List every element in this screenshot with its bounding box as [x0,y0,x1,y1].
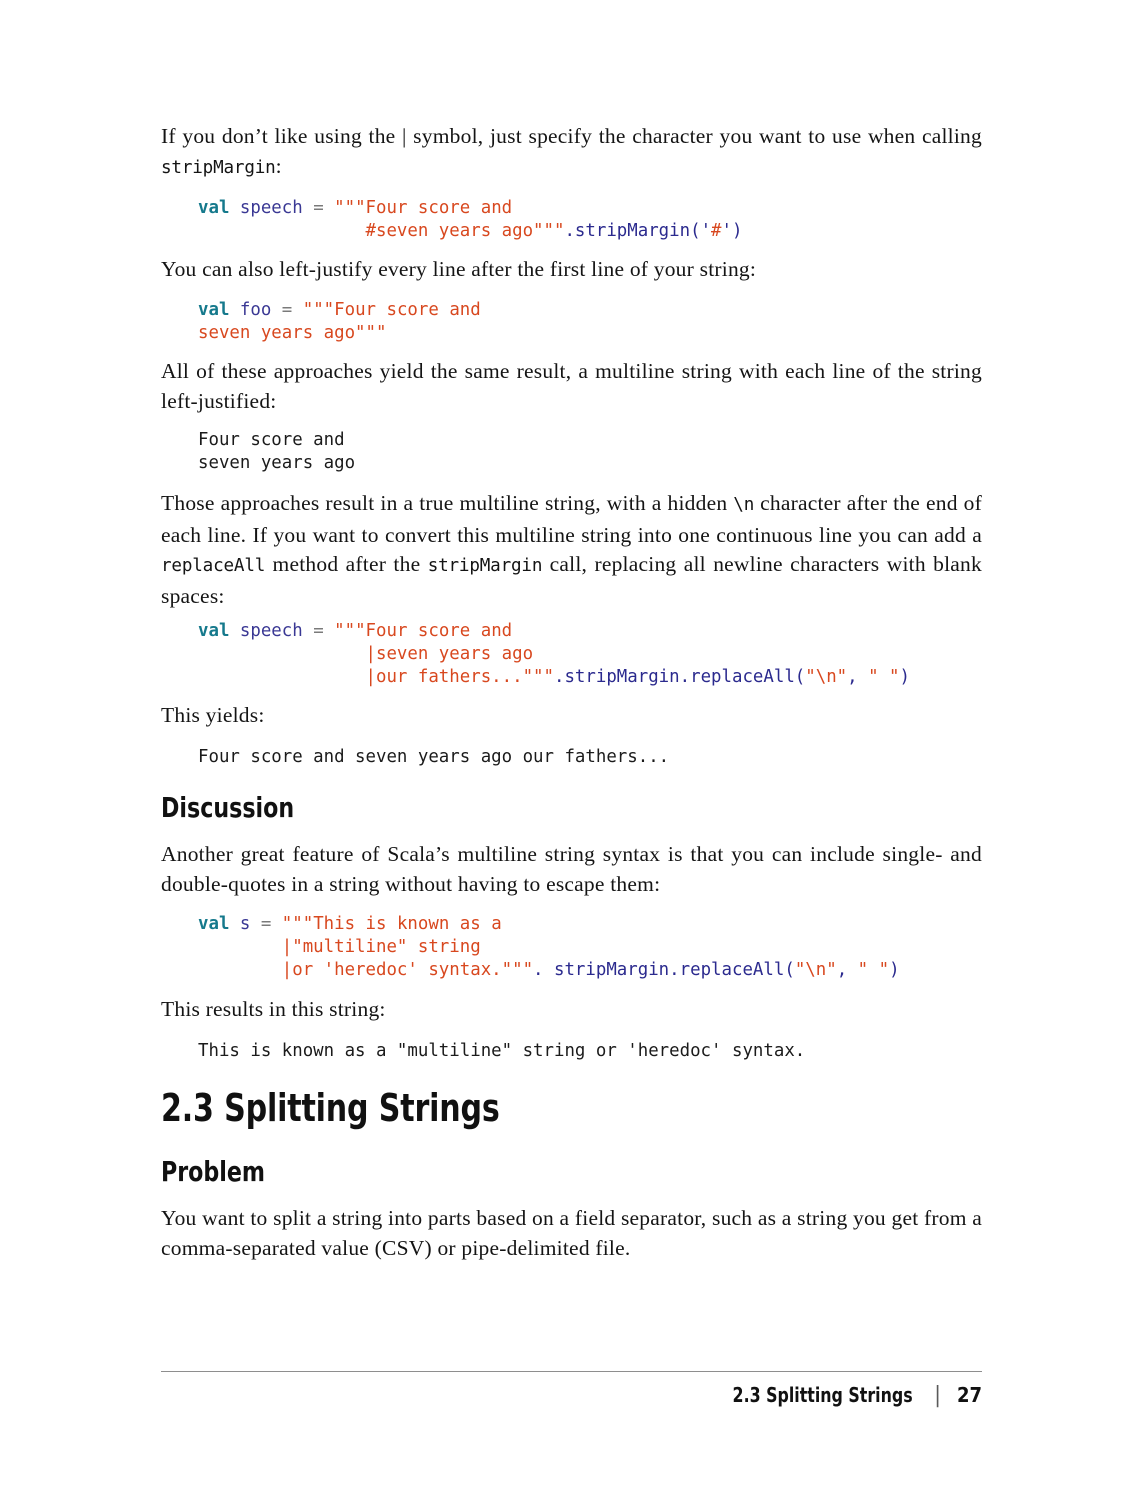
output-block-heredoc: This is known as a "multiline" string or… [198,1041,806,1061]
code-string-line1: """Four score and [334,198,513,218]
code-operator-assign: = [302,198,335,218]
inline-code-newline: \n [733,495,755,515]
code-string-line1: """Four score and [334,621,513,641]
code-method-close: ') [721,221,743,242]
paragraph-left-justify: You can also left-justify every line aft… [161,257,757,281]
code-char-hash: # [711,221,722,242]
code-comma: , [847,667,869,688]
code-keyword-val: val [198,300,230,320]
code-arg-newline: "\n" [794,960,837,981]
code-operator-assign: = [250,914,282,934]
code-paren-close: ) [899,667,911,688]
code-paren-close: ) [889,960,900,981]
output-block-four-score: Four score and seven years ago [198,430,356,474]
code-keyword-val: val [198,914,230,934]
code-identifier-speech: speech [229,621,303,641]
code-string-line3: |or 'heredoc' syntax.""" [198,960,534,981]
code-block-foo: val foo = """Four score and seven years … [161,299,1019,345]
code-keyword-val: val [198,198,230,218]
footer-section-title: 2.3 Splitting Strings [732,1383,913,1407]
inline-code-stripmargin: stripMargin [427,556,543,577]
footer-divider [161,1371,982,1372]
code-keyword-val: val [198,621,230,641]
code-string-line2: |"multiline" string [198,937,481,958]
output-block-continuous: Four score and seven years ago our fathe… [198,747,670,767]
inline-code-stripmargin: stripMargin [161,157,276,178]
code-string-line3: |our fathers...""" [198,667,554,688]
heading-discussion: Discussion [161,791,295,824]
code-comma: , [836,960,858,981]
code-arg-space: " " [857,960,890,981]
code-string-line2: seven years ago""" [198,323,387,344]
code-arg-space: " " [868,667,900,688]
footer-page-number: 27 [956,1383,982,1407]
code-arg-newline: "\n" [805,667,848,688]
code-operator-assign: = [302,621,335,641]
paragraph-text-a: Those approaches result in a true multil… [161,491,734,515]
footer-separator: | [934,1383,941,1408]
code-identifier-s: s [229,914,251,934]
code-string-line1: """This is known as a [281,914,502,934]
code-string-line2: #seven years ago""" [198,221,565,242]
code-string-line2: |seven years ago [198,644,534,665]
paragraph-text-c: method after the [265,552,428,577]
paragraph-another-feature: Another great feature of Scala’s multili… [161,842,982,896]
paragraph-results-in: This results in this string: [161,997,386,1021]
heading-section-2-3: 2.3 Splitting Strings [161,1086,500,1130]
heading-problem: Problem [161,1155,266,1188]
inline-code-replaceall: replaceAll [161,556,266,577]
paragraph-problem-body: You want to split a string into parts ba… [161,1206,982,1260]
code-operator-assign: = [271,300,303,320]
code-identifier-speech: speech [229,198,303,218]
code-method-chain: . stripMargin.replaceAll( [533,960,795,981]
code-method-stripmargin: .stripMargin(' [564,221,712,242]
page-footer: 2.3 Splitting Strings | 27 [161,1383,982,1408]
code-method-chain: .stripMargin.replaceAll( [553,667,806,688]
paragraph-same-result: All of these approaches yield the same r… [161,359,982,413]
paragraph-intro-text-b: : [275,153,282,178]
code-identifier-foo: foo [229,300,272,320]
code-block-replaceall: val speech = """Four score and |seven ye… [161,620,1019,690]
code-block-heredoc: val s = """This is known as a |"multilin… [161,913,1019,983]
paragraph-this-yields: This yields: [161,703,265,727]
document-page: If you don’t like using the | symbol, ju… [161,0,982,1500]
paragraph-intro: If you don’t like using the | symbol, ju… [161,122,982,183]
paragraph-intro-text-a: If you don’t like using the | symbol, ju… [161,124,982,148]
code-string-line1: """Four score and [302,300,481,320]
paragraph-true-multiline: Those approaches result in a true multil… [161,489,982,611]
code-block-stripmargin-hash: val speech = """Four score and #seven ye… [161,197,1019,243]
